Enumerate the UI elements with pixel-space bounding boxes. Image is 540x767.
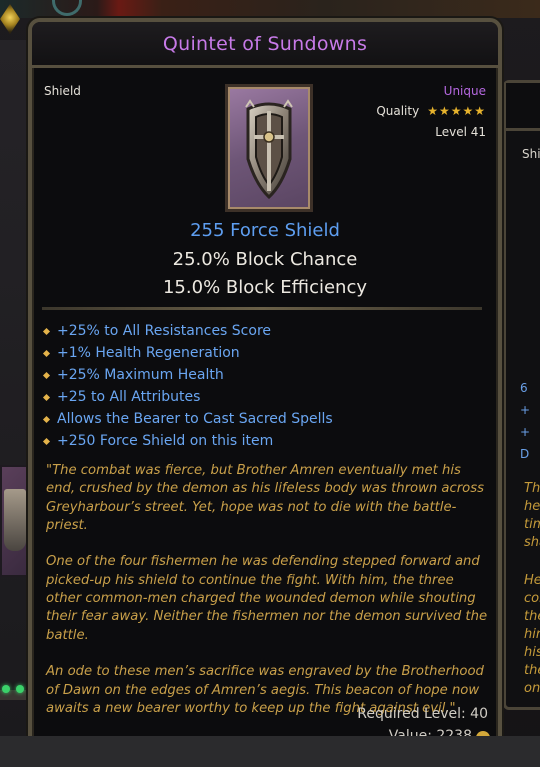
affix-text: Allows the Bearer to Cast Sacred Spells xyxy=(57,411,333,427)
status-dot-icon xyxy=(16,685,24,693)
affix-list: +25% to All Resistances Score +1% Health… xyxy=(42,320,333,452)
comparison-lore: sha xyxy=(524,535,540,550)
comparison-lore: oni xyxy=(524,681,540,696)
star-icon: ★★★★★ xyxy=(427,104,486,118)
comparison-lore: hin xyxy=(524,627,540,642)
comparison-lore: He xyxy=(524,573,540,588)
lore-text: "The combat was fierce, but Brother Amre… xyxy=(46,462,491,736)
required-level: Required Level: 40 xyxy=(357,706,488,722)
comparison-lore: The xyxy=(524,481,540,496)
affix-item: Allows the Bearer to Cast Sacred Spells xyxy=(42,408,333,430)
bullet-icon xyxy=(42,371,51,379)
comparison-lore: his xyxy=(524,645,540,660)
affix-text: +250 Force Shield on this item xyxy=(57,433,274,449)
affix-text: +25 to All Attributes xyxy=(57,389,201,405)
status-dot-icon xyxy=(2,685,10,693)
item-quality: Quality ★★★★★ xyxy=(376,104,486,118)
item-rarity: Unique xyxy=(443,84,486,98)
bullet-icon xyxy=(42,349,51,357)
affix-text: +1% Health Regeneration xyxy=(57,345,240,361)
item-tooltip: Quintet of Sundowns Shield Unique Qualit… xyxy=(28,18,502,748)
comparison-lore: the xyxy=(524,663,540,678)
affix-text: +25% to All Resistances Score xyxy=(57,323,272,339)
comparison-tooltip: Shie 6 + + D The her tim sha He cor the … xyxy=(503,80,540,710)
affix-item: +25% Maximum Health xyxy=(42,364,333,386)
item-portrait xyxy=(225,84,313,212)
bullet-icon xyxy=(42,415,51,423)
shield-icon xyxy=(4,489,26,551)
affix-item: +25 to All Attributes xyxy=(42,386,333,408)
bullet-icon xyxy=(42,327,51,335)
tooltip-header: Quintet of Sundowns xyxy=(32,22,498,68)
status-indicators xyxy=(2,678,30,697)
lore-paragraph: One of the four fishermen he was defendi… xyxy=(46,554,488,643)
force-shield-stat: 255 Force Shield xyxy=(190,220,340,241)
bullet-icon xyxy=(42,393,51,401)
game-screen: Shie 6 + + D The her tim sha He cor the … xyxy=(0,0,540,767)
comparison-affix: D xyxy=(520,447,530,461)
block-efficiency-stat: 15.0% Block Efficiency xyxy=(162,277,367,298)
lore-paragraph: "The combat was fierce, but Brother Amre… xyxy=(46,463,484,533)
bullet-icon xyxy=(42,437,51,445)
affix-text: +25% Maximum Health xyxy=(57,367,224,383)
left-inventory-panel xyxy=(0,40,30,740)
divider xyxy=(42,307,482,310)
shield-icon xyxy=(245,99,293,200)
comparison-lore: tim xyxy=(524,517,540,532)
block-chance-stat: 25.0% Block Chance xyxy=(172,249,358,270)
comparison-affix: + xyxy=(520,425,531,439)
comparison-lore: her xyxy=(524,499,540,514)
item-level: Level 41 xyxy=(435,125,486,139)
comparison-lore: cor xyxy=(524,591,540,606)
inventory-slot-shield[interactable] xyxy=(0,465,28,577)
affix-item: +25% to All Resistances Score xyxy=(42,320,333,342)
comparison-header xyxy=(506,83,540,131)
bottom-bar xyxy=(0,736,540,767)
comparison-affix: + xyxy=(520,403,531,417)
comparison-lore: the xyxy=(524,609,540,624)
affix-item: +1% Health Regeneration xyxy=(42,342,333,364)
item-name: Quintet of Sundowns xyxy=(162,32,368,55)
comparison-affix: 6 xyxy=(520,381,528,395)
item-type: Shield xyxy=(44,84,81,98)
comparison-item-type: Shie xyxy=(522,147,540,161)
affix-item: +250 Force Shield on this item xyxy=(42,430,333,452)
quality-label: Quality xyxy=(376,104,420,118)
